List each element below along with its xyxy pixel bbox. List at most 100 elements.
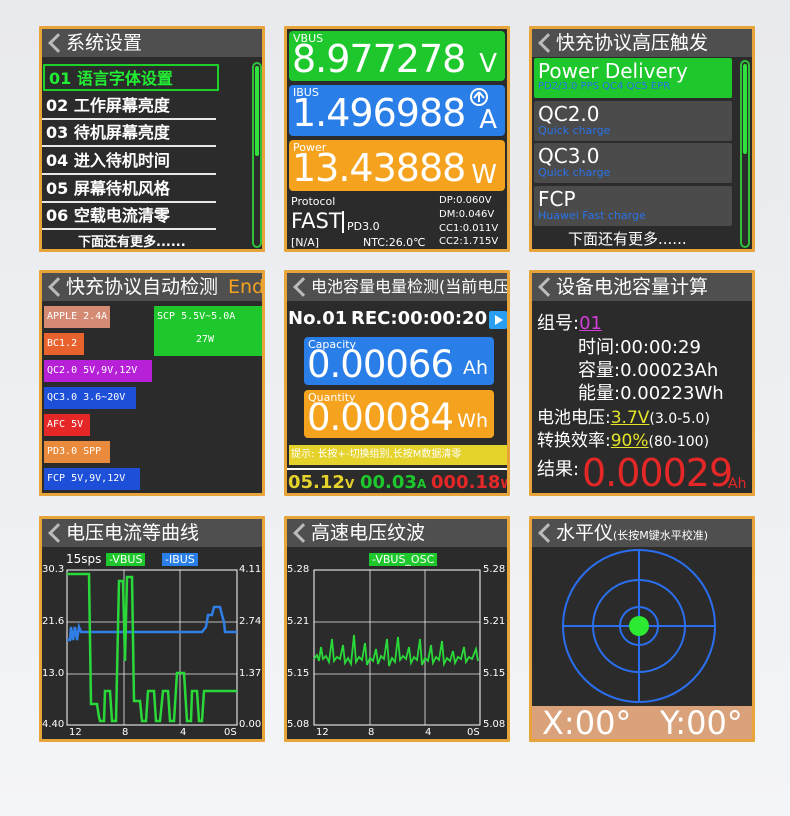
ibus-panel: IBUS 1.496988 A xyxy=(289,85,505,136)
y-right-tick: 5.15 xyxy=(483,668,506,679)
header: 设备电池容量计算 xyxy=(532,273,752,301)
protocol-item-power-delivery[interactable]: Power Delivery PD2/3.0 PPS QC4 QC5 EPR xyxy=(534,58,732,98)
y-angle: Y:00° xyxy=(660,704,743,742)
screen-level: 水平仪(长按M键水平校准) X:00° Y:00° xyxy=(529,516,755,742)
dm-voltage: DM:0.046V xyxy=(439,209,495,220)
screen-title: 电池容量电量检测(当前电压) xyxy=(311,277,507,296)
x-tick: 8 xyxy=(122,727,129,738)
protocol-name: Power Delivery xyxy=(538,59,688,83)
y-left-tick: 5.15 xyxy=(287,668,310,679)
screen-title: 系统设置 xyxy=(66,32,143,54)
sample-rate: 15sps xyxy=(66,552,102,566)
protocol-sub: Quick charge xyxy=(538,124,611,137)
ripple-chart xyxy=(313,569,481,726)
back-chevron-icon[interactable] xyxy=(48,277,68,297)
capacity-panel: Capacity 0.00066 Ah xyxy=(304,337,494,386)
protocol-item-qc3[interactable]: QC3.0 Quick charge xyxy=(534,143,732,183)
y-left-tick: 5.21 xyxy=(287,616,310,627)
legend-ibus: -IBUS xyxy=(162,553,198,566)
tag-afc: AFC 5V xyxy=(44,414,90,436)
power-panel: Power 13.43888 W xyxy=(289,140,505,191)
menu-item-language-font[interactable]: 01 语言字体设置 xyxy=(43,64,219,91)
protocol-name: QC2.0 xyxy=(538,102,600,126)
protocol-item-fcp[interactable]: FCP Huawei Fast charge xyxy=(534,186,732,226)
ntc-temp: NTC:26.0℃ xyxy=(363,236,426,249)
x-angle: X:00° xyxy=(542,704,632,742)
x-tick: 0S xyxy=(224,727,237,738)
screen-voltage-current-curve: 电压电流等曲线 15sps -VBUS -IBUS 30.3 21.6 13.0… xyxy=(39,516,265,742)
battery-voltage-value[interactable]: 3.7V xyxy=(611,408,650,428)
y-left-tick: 5.28 xyxy=(287,564,310,575)
menu-item-standby-time[interactable]: 04 进入待机时间 xyxy=(42,148,216,175)
scrollbar[interactable] xyxy=(740,60,750,248)
power-unit: W xyxy=(471,160,497,190)
protocol-name: QC3.0 xyxy=(538,144,600,168)
header: 电池容量电量检测(当前电压) xyxy=(287,273,507,301)
y-right-tick: 4.11 xyxy=(239,564,262,575)
record-time: REC:00:00:20 xyxy=(351,308,488,329)
menu-item-clear-idle-current[interactable]: 06 空载电流清零 xyxy=(42,203,216,230)
current-readout: 00.03A xyxy=(360,472,427,493)
back-chevron-icon[interactable] xyxy=(538,33,558,53)
ibus-series xyxy=(67,605,237,642)
scp-power: 27W xyxy=(196,334,215,345)
x-tick: 4 xyxy=(180,727,187,738)
screen-title: 快充协议自动检测 xyxy=(66,276,219,298)
header: 快充协议高压触发 xyxy=(532,29,752,57)
vbus-unit: V xyxy=(479,49,497,79)
result-unit: Ah xyxy=(728,476,747,492)
play-icon[interactable] xyxy=(489,311,507,329)
x-tick: 4 xyxy=(425,727,432,738)
y-left-tick: 21.6 xyxy=(42,616,65,627)
battery-voltage-row: 电池电压:3.7V(3.0-5.0) xyxy=(537,408,710,428)
power-readout: 000.18W xyxy=(431,472,507,493)
menu-item-standby-brightness[interactable]: 03 待机屏幕亮度 xyxy=(42,120,216,147)
back-chevron-icon[interactable] xyxy=(293,277,313,297)
scroll-thumb[interactable] xyxy=(255,66,259,156)
screen-main-meter: VBUS 8.977278 V IBUS 1.496988 A Power 13… xyxy=(284,26,510,252)
menu-item-standby-style[interactable]: 05 屏幕待机风格 xyxy=(42,176,216,203)
end-label: End xyxy=(228,276,262,298)
quantity-value: 0.00084 xyxy=(307,396,454,439)
menu-item-work-brightness[interactable]: 02 工作屏幕亮度 xyxy=(42,93,216,120)
efficiency-value[interactable]: 90% xyxy=(611,431,649,451)
tip-bar: 提示: 长按+-切换组别,长按M数据清零 xyxy=(289,445,507,465)
result-value: 0.00029 xyxy=(582,451,733,495)
x-tick: 8 xyxy=(368,727,375,738)
vbus-osc-series xyxy=(313,634,479,668)
vbus-value: 8.977278 xyxy=(292,37,466,81)
tag-bc12: BC1.2 xyxy=(44,333,84,355)
protocol-name: FCP xyxy=(538,187,576,211)
protocol-sub: Huawei Fast charge xyxy=(538,209,646,222)
scrollbar[interactable] xyxy=(252,62,262,248)
y-right-tick: 5.08 xyxy=(483,719,506,730)
energy-row: 能量:0.00223Wh xyxy=(578,383,724,404)
bottom-divider xyxy=(287,468,507,470)
back-chevron-icon[interactable] xyxy=(48,33,68,53)
screen-device-battery-calc: 设备电池容量计算 组号:01 时间:00:00:29 容量:0.00023Ah … xyxy=(529,270,755,496)
y-right-tick: 0.00 xyxy=(239,719,262,730)
na-status: [N/A] xyxy=(291,236,320,249)
group-number: No.01 xyxy=(288,308,348,329)
protocol-value: FAST xyxy=(291,209,342,233)
screen-auto-detect: 快充协议自动检测 End APPLE 2.4A BC1.2 QC2.0 5V,9V… xyxy=(39,270,265,496)
voltage-readout: 05.12V xyxy=(288,472,355,493)
legend-vbus-osc: -VBUS_OSC xyxy=(369,553,438,566)
capacity-value: 0.00066 xyxy=(307,343,454,386)
screen-battery-capacity: 电池容量电量检测(当前电压) No.01 REC:00:00:20 Capaci… xyxy=(284,270,510,496)
y-right-tick: 1.37 xyxy=(239,668,262,679)
group-value[interactable]: 01 xyxy=(579,313,602,334)
x-tick: 12 xyxy=(316,727,329,738)
cc2-voltage: CC2:1.715V xyxy=(439,236,499,247)
tag-qc2: QC2.0 5V,9V,12V xyxy=(44,360,152,382)
level-bubble xyxy=(629,616,649,636)
ibus-unit: A xyxy=(479,105,497,135)
tag-qc3: QC3.0 3.6~20V xyxy=(44,387,136,409)
protocol-item-qc2[interactable]: QC2.0 Quick charge xyxy=(534,101,732,141)
scroll-thumb[interactable] xyxy=(743,64,747,154)
legend-vbus: -VBUS xyxy=(106,553,146,566)
back-chevron-icon[interactable] xyxy=(538,277,558,297)
more-below-text: 下面还有更多...... xyxy=(568,230,687,248)
tag-scp: SCP 5.5V~5.0A 27W xyxy=(154,306,262,356)
vbus-panel: VBUS 8.977278 V xyxy=(289,31,505,81)
